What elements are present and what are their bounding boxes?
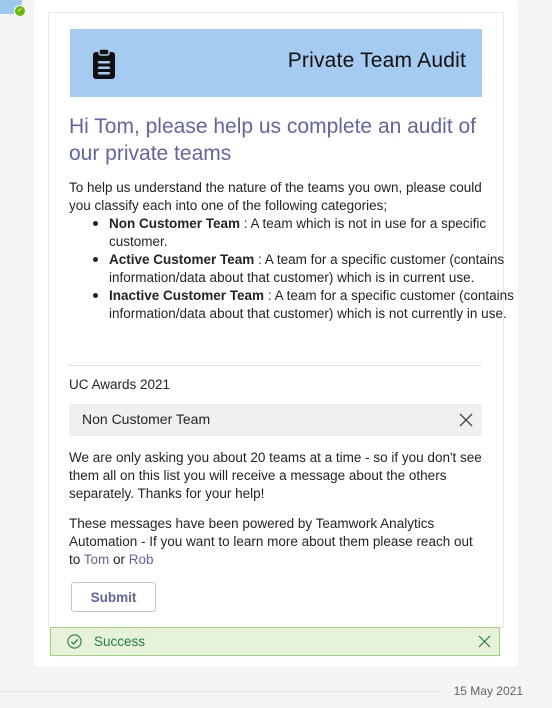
success-banner: Success <box>50 627 500 656</box>
submit-button[interactable]: Submit <box>71 582 156 612</box>
category-name: Inactive Customer Team <box>109 288 265 303</box>
or-text: or <box>109 552 129 567</box>
category-select[interactable]: Non Customer Team <box>69 404 482 436</box>
close-icon[interactable] <box>478 635 491 648</box>
category-name: Active Customer Team <box>109 252 255 267</box>
list-item: Inactive Customer Team : A team for a sp… <box>93 287 529 323</box>
success-text: Success <box>94 634 146 649</box>
card-heading: Hi Tom, please help us complete an audit… <box>69 115 477 165</box>
info-paragraph: We are only asking you about 20 teams at… <box>69 450 482 501</box>
link-rob[interactable]: Rob <box>129 552 154 567</box>
clipboard-icon <box>93 48 115 79</box>
category-name: Non Customer Team <box>109 216 241 231</box>
message-timestamp: 15 May 2021 <box>453 684 523 698</box>
team-name-label: UC Awards 2021 <box>69 377 171 392</box>
divider <box>69 365 482 366</box>
list-item: Active Customer Team : A team for a spec… <box>93 251 529 287</box>
powered-by-paragraph: These messages have been powered by Team… <box>69 515 484 569</box>
check-circle-icon <box>67 634 82 649</box>
sender-avatar[interactable]: ✓ <box>0 0 26 17</box>
intro-text: To help us understand the nature of the … <box>69 180 482 213</box>
selected-category: Non Customer Team <box>82 411 211 427</box>
category-list: Non Customer Team : A team which is not … <box>69 215 529 323</box>
close-icon[interactable] <box>459 413 473 427</box>
card-body: Private Team Audit Hi Tom, please help u… <box>48 12 514 628</box>
list-item: Non Customer Team : A team which is not … <box>93 215 529 251</box>
presence-available-icon: ✓ <box>14 5 26 17</box>
banner-title: Private Team Audit <box>287 49 466 72</box>
card-banner: Private Team Audit <box>70 29 482 97</box>
link-tom[interactable]: Tom <box>84 552 110 567</box>
adaptive-card: Private Team Audit Hi Tom, please help u… <box>34 0 518 667</box>
divider <box>0 691 440 692</box>
